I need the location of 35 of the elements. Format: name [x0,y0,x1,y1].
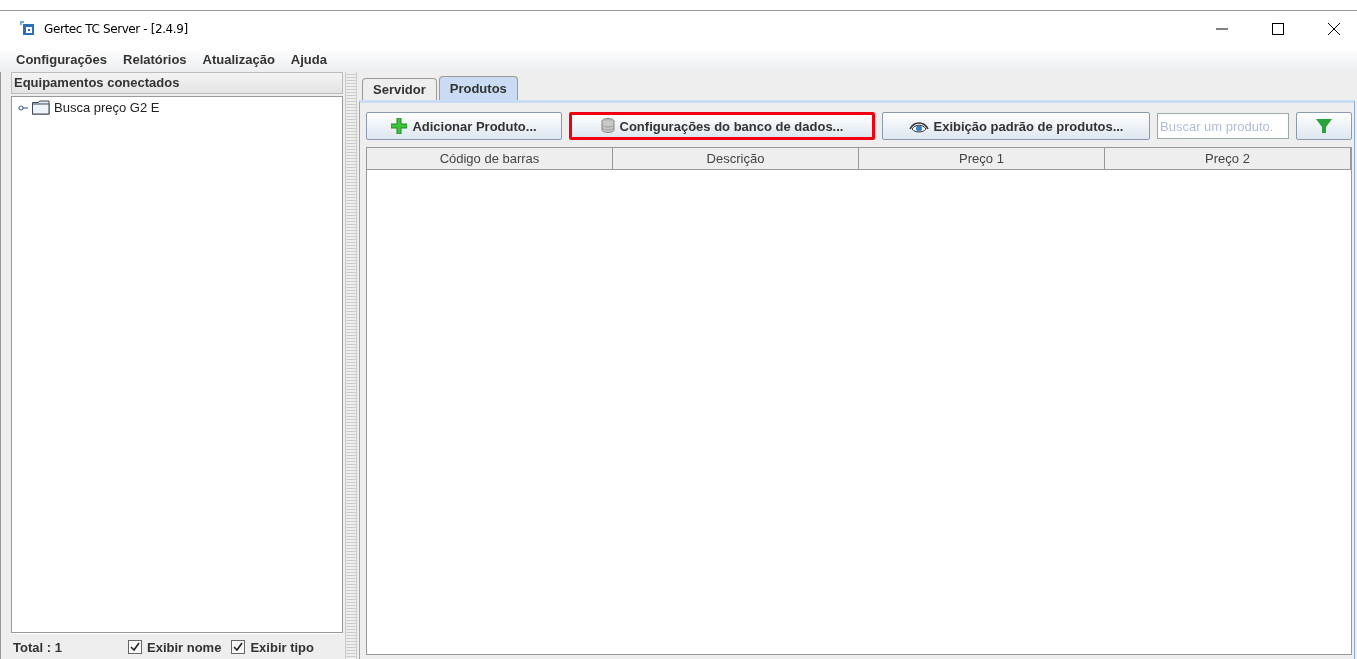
window-title: Gertec TC Server - [2.4.9] [44,22,188,36]
folder-icon [32,100,50,115]
close-icon [1328,23,1340,35]
key-icon [18,102,28,113]
menu-item[interactable]: Configurações [16,52,107,67]
eye-icon [908,119,929,133]
app-logo-icon [20,21,36,37]
panel-header: Equipamentos conectados [11,72,343,94]
tab[interactable]: Produtos [438,76,518,100]
toolbar-button[interactable]: Adicionar Produto... [366,112,562,140]
filter-button[interactable] [1296,112,1352,140]
splitter-handle[interactable] [345,72,357,659]
search-field[interactable]: Buscar um produto. [1157,113,1289,139]
menu-item[interactable]: Atualização [202,52,275,67]
menu-item[interactable]: Ajuda [290,52,327,67]
checkbox-label: Exibir tipo [250,639,314,655]
checkbox[interactable] [231,640,246,654]
column-header[interactable]: Código de barras [367,148,613,170]
funnel-icon [1316,119,1332,133]
column-header[interactable]: Preço 1 [859,148,1105,170]
menu-item[interactable]: Relatórios [123,52,187,67]
database-icon [600,118,615,134]
total-count: Total : 1 [13,639,63,655]
plus-icon [391,118,408,134]
checkbox-label: Exibir nome [147,639,222,655]
tab[interactable]: Servidor [362,78,437,100]
column-header[interactable]: Preço 2 [1105,148,1351,170]
check-icon [130,642,140,652]
check-icon [233,642,244,652]
tree-item[interactable]: Busca preço G2 E [54,100,160,115]
column-header[interactable]: Descrição [613,148,859,170]
checkbox[interactable] [128,640,142,654]
toolbar-button[interactable]: Exibição padrão de produtos... [882,112,1150,140]
maximize-icon [1272,23,1284,35]
toolbar-button[interactable]: Configurações do banco de dados... [569,112,875,140]
